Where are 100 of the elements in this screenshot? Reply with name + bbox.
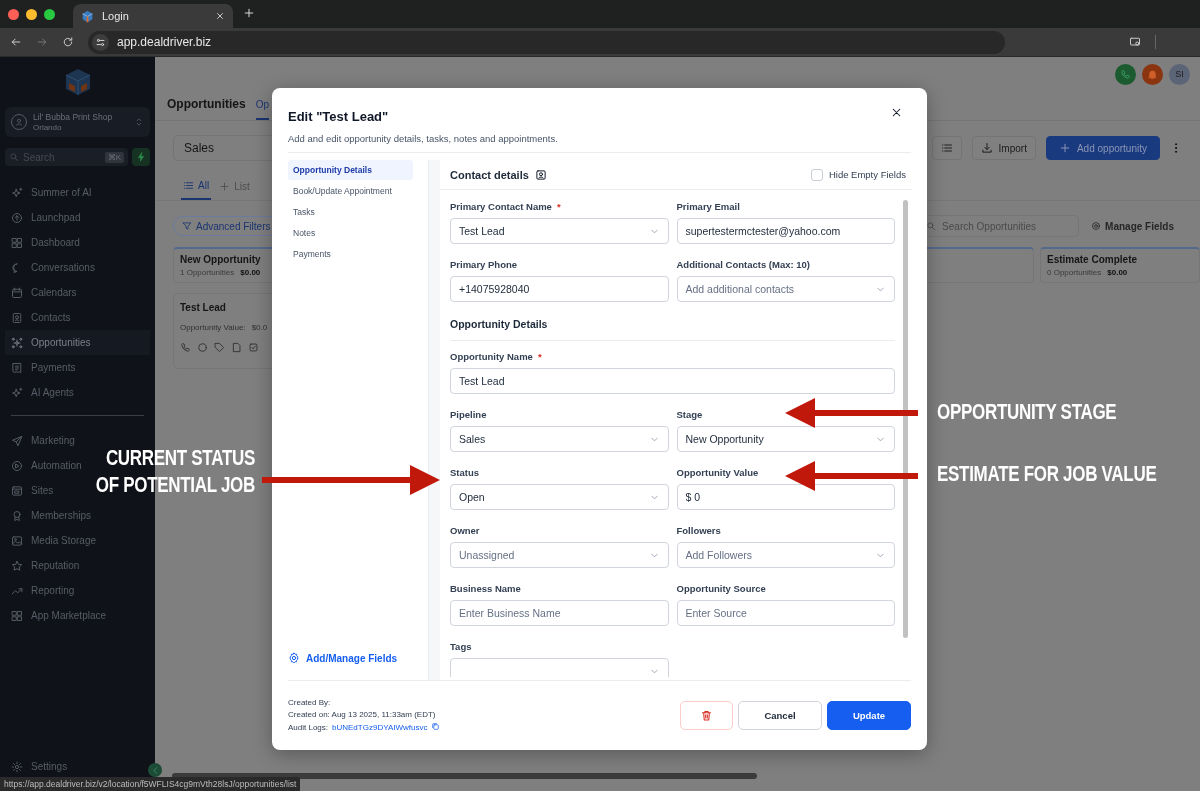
browser-window-icon [11, 484, 23, 497]
scrollbar-thumb[interactable] [903, 200, 908, 638]
sidebar-item[interactable]: AI Agents [5, 380, 80, 405]
bell-icon [1147, 68, 1158, 80]
phone-icon [180, 342, 191, 353]
sidebar-item[interactable]: Calendars [5, 280, 83, 305]
audit-logs-label: Audit Logs: [288, 723, 329, 732]
field-label: Pipeline [450, 409, 487, 420]
page-title: Opportunities [167, 97, 246, 113]
sidebar-item[interactable]: Payments [5, 355, 82, 380]
phone-button[interactable] [1115, 63, 1136, 85]
field-label: Opportunity Value [676, 467, 759, 478]
text-field[interactable]: Test Lead [450, 368, 895, 394]
checkbox-icon [248, 342, 259, 353]
text-field[interactable]: supertestermctester@yahoo.com [676, 218, 895, 244]
update-button[interactable]: Update [827, 701, 911, 730]
contact-book-icon [11, 311, 23, 324]
dialog-nav-item[interactable]: Book/Update Appointment [288, 181, 413, 201]
add-opportunity-button[interactable]: Add opportunity [1045, 136, 1160, 160]
calendar-icon [11, 286, 23, 299]
sidebar-item[interactable]: Dashboard [5, 230, 86, 255]
settings-item[interactable]: Settings [5, 754, 74, 779]
text-field[interactable]: $ 0 [676, 484, 895, 510]
required-mark: * [537, 351, 542, 362]
text-field[interactable]: Enter Source [676, 600, 895, 626]
manage-fields-button[interactable]: Manage Fields [1091, 220, 1174, 232]
dialog-nav-item[interactable]: Notes [288, 223, 413, 243]
tune-icon [95, 36, 106, 48]
sidebar-item[interactable]: Media Storage [5, 528, 103, 553]
notification-button[interactable] [1142, 63, 1163, 85]
address-bar[interactable]: app.dealdriver.biz [88, 30, 1005, 54]
cancel-button[interactable]: Cancel [738, 701, 822, 730]
add-manage-fields-link[interactable]: Add/Manage Fields [288, 652, 413, 664]
award-icon [11, 509, 23, 522]
required-mark: * [556, 201, 561, 212]
dialog-nav-item[interactable]: Payments [288, 244, 413, 264]
sparkle-icon [11, 386, 23, 399]
text-field[interactable]: +14075928040 [450, 276, 669, 302]
trash-icon [700, 709, 713, 722]
import-button[interactable]: Import [971, 136, 1036, 160]
lightning-button[interactable] [132, 148, 150, 166]
sidebar-item[interactable]: Summer of AI [5, 180, 98, 205]
sidebar-item[interactable]: Reporting [5, 578, 81, 603]
dialog-title: Edit "Test Lead" [288, 109, 389, 124]
sidebar-item[interactable]: Sites [5, 478, 60, 503]
delete-button[interactable] [680, 701, 733, 730]
send-icon [11, 434, 23, 447]
maximize-window-dot[interactable] [44, 8, 55, 20]
lightning-icon [136, 152, 146, 162]
receipt-icon [11, 361, 23, 374]
column-title: Estimate Complete [1047, 254, 1138, 265]
close-window-dot[interactable] [8, 8, 19, 20]
field-label: Followers [676, 525, 721, 536]
user-icon [14, 117, 24, 127]
page-tab[interactable]: Op [255, 99, 269, 120]
field-label: Primary Contact Name [450, 201, 552, 212]
section-heading: Opportunity Details [450, 318, 895, 341]
field-label: Opportunity Source [676, 583, 766, 594]
list-icon [183, 180, 194, 191]
sidebar-item[interactable]: Conversations [5, 255, 101, 280]
browser-tab[interactable]: Login [73, 4, 233, 28]
select-field[interactable]: Sales [450, 426, 669, 452]
select-field[interactable] [450, 658, 669, 677]
back-arrow-icon [10, 36, 22, 48]
column-title: New Opportunity [180, 254, 261, 265]
annotation-text: OPPORTUNITY STAGE [937, 398, 1117, 426]
select-field[interactable]: Open [450, 484, 669, 510]
select-field[interactable]: Add Followers [676, 542, 895, 568]
sidebar-item[interactable]: Reputation [5, 553, 86, 578]
reload-icon [62, 36, 74, 48]
select-field[interactable]: Add additional contacts [676, 276, 895, 302]
checkbox[interactable] [810, 168, 823, 181]
tag-icon [214, 342, 225, 353]
sidebar-item[interactable]: Automation [5, 453, 88, 478]
select-field[interactable]: Test Lead [450, 218, 669, 244]
sidebar-item[interactable]: Launchpad [5, 205, 87, 230]
collapse-button[interactable] [148, 763, 162, 777]
select-field[interactable]: New Opportunity [676, 426, 895, 452]
status-url: https://app.dealdriver.biz/v2/location/f5WFLIS4cg9mVth28lsJ/opportunities/list [0, 777, 301, 791]
user-avatar[interactable]: SI [1169, 63, 1190, 85]
sidebar-item[interactable]: App Marketplace [5, 603, 113, 628]
gear-icon [1091, 221, 1102, 231]
dialog-nav-item[interactable]: Opportunity Details [288, 160, 413, 180]
account-switcher[interactable]: Lil' Bubba Print Shop Orlando [5, 107, 150, 137]
audit-log-link[interactable]: bUNEdTGz9DYAIWwfusvc [332, 723, 428, 732]
text-field[interactable]: Enter Business Name [450, 600, 669, 626]
play-circle-icon [11, 459, 23, 472]
contact-card-icon [534, 168, 547, 181]
gear-icon [288, 652, 300, 664]
sparkle-icon [11, 186, 23, 199]
select-field[interactable]: Unassigned [450, 542, 669, 568]
sidebar-item[interactable]: Marketing [5, 428, 81, 453]
grid-icon [11, 609, 23, 622]
dialog-nav-item[interactable]: Tasks [288, 202, 413, 222]
view-tab[interactable]: All [181, 173, 212, 200]
sidebar-item[interactable]: Memberships [5, 503, 98, 528]
sidebar-item[interactable]: Opportunities [5, 330, 150, 355]
minimize-window-dot[interactable] [26, 8, 37, 20]
list-view-button[interactable] [931, 136, 962, 160]
sidebar-item[interactable]: Contacts [5, 305, 77, 330]
